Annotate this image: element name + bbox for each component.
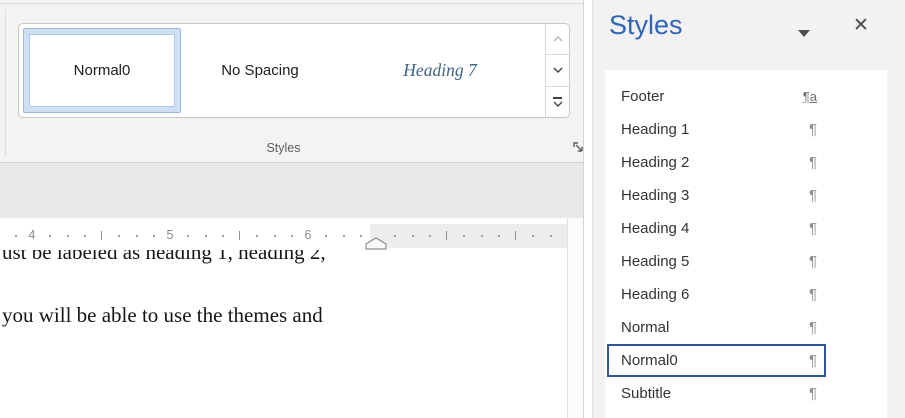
style-item-name: Heading 4 [609, 220, 809, 237]
ruler-tick [274, 235, 276, 237]
style-item-name: Subtitle [609, 385, 809, 402]
quick-styles-gallery: Normal0 No Spacing Heading 7 [18, 23, 570, 118]
style-item-heading-6[interactable]: Heading 6¶ [607, 278, 826, 311]
horizontal-ruler: 4 5 6 [0, 218, 583, 250]
ruler-tick: 4 [29, 228, 36, 242]
gallery-item-heading-7[interactable]: Heading 7 [339, 28, 541, 113]
ruler-tick [360, 235, 362, 237]
ruler-tick [67, 235, 69, 237]
paragraph-mark-icon: ¶ [809, 253, 824, 270]
ruler-tick [343, 235, 345, 237]
ruler-tick [136, 235, 138, 237]
chevron-up-icon [553, 36, 563, 42]
ribbon-styles-group: Normal0 No Spacing Heading 7 [0, 0, 583, 163]
ruler-tick [481, 235, 483, 237]
style-item-name: Heading 5 [609, 253, 809, 270]
ruler-tick [412, 235, 414, 237]
pane-close-button[interactable]: ✕ [853, 16, 869, 35]
style-item-name: Heading 2 [609, 154, 809, 171]
ruler-tick [394, 235, 396, 237]
paragraph-mark-icon: ¶ [809, 187, 824, 204]
ruler-tick [84, 235, 86, 237]
ruler-tick [153, 235, 155, 237]
paragraph-mark-icon: ¶ [809, 154, 824, 171]
ruler-margin-zone [370, 224, 567, 248]
pane-gutter [584, 0, 592, 418]
ruler-tick [187, 235, 189, 237]
ruler-tick: 5 [167, 228, 174, 242]
window-chrome-band [0, 163, 583, 218]
style-item-heading-2[interactable]: Heading 2¶ [607, 146, 826, 179]
ruler-tick [49, 235, 51, 237]
gallery-item-label: Normal0 [29, 34, 175, 107]
chevron-down-icon [553, 101, 563, 107]
ruler-tick [515, 231, 516, 240]
styles-list: Footer¶aHeading 1¶Heading 2¶Heading 3¶He… [605, 70, 887, 418]
style-item-name: Normal [609, 319, 809, 336]
ruler-tick [291, 235, 293, 237]
gallery-item-normal0[interactable]: Normal0 [23, 28, 181, 113]
style-item-name: Footer [609, 88, 803, 105]
paragraph-mark-icon: ¶ [809, 220, 824, 237]
style-item-name: Heading 3 [609, 187, 809, 204]
style-item-name: Heading 1 [609, 121, 809, 138]
ruler-tick [429, 235, 431, 237]
gallery-item-label: No Spacing [221, 62, 299, 79]
ribbon-group-separator [5, 10, 6, 156]
style-item-heading-3[interactable]: Heading 3¶ [607, 179, 826, 212]
style-item-name: Heading 6 [609, 286, 809, 303]
paragraph-mark-icon: ¶ [809, 385, 824, 402]
ruler-tick [532, 235, 534, 237]
ribbon-top-border [0, 3, 583, 4]
document-text-line: you will be able to use the themes and [2, 303, 323, 328]
gallery-more-bar-icon [553, 97, 562, 99]
pane-options-dropdown-icon[interactable] [798, 30, 810, 37]
ruler-tick [463, 235, 465, 237]
chevron-down-icon [553, 67, 563, 73]
document-vertical-scrollbar[interactable] [567, 218, 583, 418]
right-indent-marker[interactable] [365, 237, 387, 250]
paragraph-mark-icon: ¶ [809, 286, 824, 303]
style-item-name: Normal0 [609, 352, 809, 369]
linked-style-mark-icon: ¶a [803, 89, 824, 104]
ruler-tick [118, 235, 120, 237]
ruler-tick [222, 235, 224, 237]
ruler-tick [550, 235, 552, 237]
gallery-items: Normal0 No Spacing Heading 7 [19, 24, 545, 117]
gallery-scroll-up-button[interactable] [546, 24, 569, 55]
styles-group-label: Styles [0, 141, 567, 155]
style-item-footer[interactable]: Footer¶a [607, 80, 826, 113]
ruler-tick [239, 231, 240, 240]
style-item-normal[interactable]: Normal¶ [607, 311, 826, 344]
ruler-tick: 6 [305, 228, 312, 242]
style-item-subtitle[interactable]: Subtitle¶ [607, 377, 826, 410]
word-window: Normal0 No Spacing Heading 7 [0, 0, 905, 418]
ruler-tick [498, 235, 500, 237]
paragraph-mark-icon: ¶ [809, 121, 824, 138]
paragraph-mark-icon: ¶ [809, 352, 824, 369]
ruler-tick [325, 235, 327, 237]
ruler-tick [15, 235, 17, 237]
style-item-heading-1[interactable]: Heading 1¶ [607, 113, 826, 146]
style-item-normal0[interactable]: Normal0¶ [607, 344, 826, 377]
styles-task-pane: Styles ✕ Footer¶aHeading 1¶Heading 2¶Hea… [592, 0, 905, 418]
ruler-tick [101, 231, 102, 240]
style-item-heading-5[interactable]: Heading 5¶ [607, 245, 826, 278]
gallery-more-button[interactable] [546, 87, 569, 117]
gallery-scroll-down-button[interactable] [546, 55, 569, 86]
gallery-item-no-spacing[interactable]: No Spacing [181, 28, 339, 113]
ruler-tick [256, 235, 258, 237]
ruler-tick [446, 231, 447, 240]
paragraph-mark-icon: ¶ [809, 319, 824, 336]
style-item-heading-4[interactable]: Heading 4¶ [607, 212, 826, 245]
styles-pane-title: Styles [609, 10, 683, 41]
gallery-scroll-strip [545, 24, 569, 117]
ruler-tick [205, 235, 207, 237]
gallery-item-label: Heading 7 [403, 60, 476, 81]
